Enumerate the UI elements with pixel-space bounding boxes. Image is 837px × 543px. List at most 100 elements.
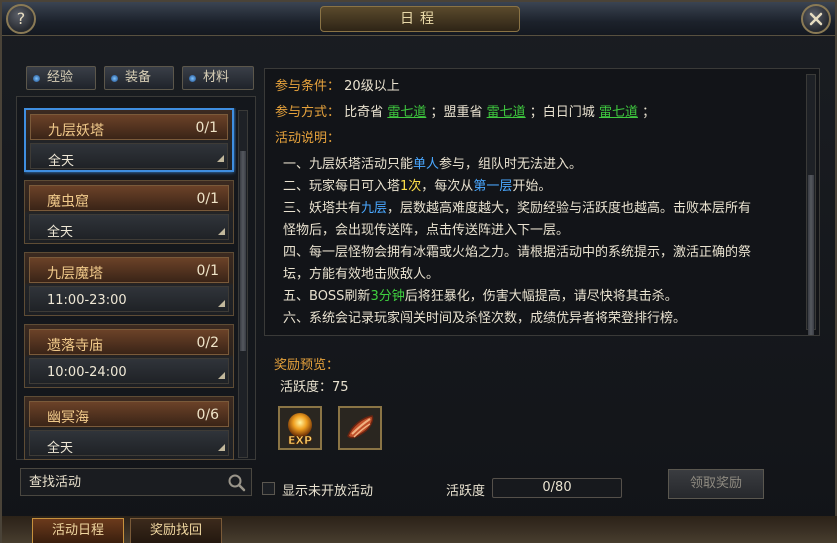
desc-text: 参与，组队时无法进入。 bbox=[439, 157, 583, 172]
desc-text: 四、每一层怪物会拥有冰霜或火焰之力。请根据活动中的系统提示，激活正确的祭 bbox=[283, 245, 752, 260]
npc-link[interactable]: 雷七道 bbox=[387, 105, 426, 120]
method-text: ； bbox=[642, 105, 656, 120]
event-count: 0/2 bbox=[196, 335, 219, 351]
corner-triangle-icon bbox=[218, 300, 225, 307]
desc-label: 活动说明： bbox=[275, 131, 341, 146]
desc-line: 坛，方能有效地击败敌人。 bbox=[283, 263, 439, 282]
event-count: 0/6 bbox=[196, 407, 219, 423]
event-detail-panel: 参与条件： 20级以上 参与方式： 比奇省 雷七道 ；盟重省 雷七道 ；白日门城… bbox=[264, 68, 820, 336]
desc-line: 四、每一层怪物会拥有冰霜或火焰之力。请根据活动中的系统提示，激活正确的祭 bbox=[283, 241, 751, 260]
detail-scrollbar[interactable] bbox=[806, 74, 816, 335]
event-time: 10:00-24:00 bbox=[47, 365, 127, 380]
scrollbar-thumb[interactable] bbox=[240, 151, 246, 351]
desc-highlight: 3分钟 bbox=[370, 289, 405, 304]
event-card-nine-tier-demon-tower[interactable]: 九层妖塔 0/1 全天 bbox=[24, 108, 234, 172]
condition-row: 参与条件： 20级以上 bbox=[275, 75, 400, 94]
claim-reward-button[interactable]: 领取奖励 bbox=[668, 469, 764, 499]
desc-highlight: 单人 bbox=[413, 157, 440, 172]
desc-line: 怪物后，会出现传送阵，点击传送阵进入下一层。 bbox=[283, 219, 569, 238]
event-list-scrollbar[interactable] bbox=[238, 110, 248, 458]
search-input[interactable] bbox=[21, 469, 221, 495]
event-name: 遗落寺庙 bbox=[47, 338, 103, 354]
activity-progress-label: 活跃度 bbox=[446, 484, 486, 499]
filter-dot-icon bbox=[189, 75, 196, 82]
desc-highlight: 1次 bbox=[400, 179, 422, 194]
desc-text: ，每次从 bbox=[421, 179, 474, 194]
desc-text: 开始。 bbox=[512, 179, 552, 194]
reward-slot-exp[interactable]: EXP bbox=[278, 406, 322, 450]
close-button[interactable] bbox=[801, 4, 831, 34]
event-card-nether-sea[interactable]: 幽冥海 0/6 全天 bbox=[24, 396, 234, 460]
search-box bbox=[20, 468, 252, 496]
corner-triangle-icon bbox=[217, 155, 224, 162]
desc-line: 六、系统会记录玩家闯关时间及杀怪次数，成绩优异者将荣登排行榜。 bbox=[283, 307, 686, 326]
window-title: 日程 bbox=[320, 6, 520, 32]
filter-exp-button[interactable]: 经验 bbox=[26, 66, 96, 90]
event-time: 全天 bbox=[47, 441, 74, 456]
npc-link[interactable]: 雷七道 bbox=[487, 105, 526, 120]
filter-dot-icon bbox=[111, 75, 118, 82]
reward-activity-value: 活跃度：75 bbox=[280, 380, 349, 395]
npc-link[interactable]: 雷七道 bbox=[599, 105, 638, 120]
desc-line: 二、玩家每日可入塔1次，每次从第一层开始。 bbox=[283, 175, 551, 194]
desc-text: 一、九层妖塔活动只能 bbox=[283, 157, 414, 172]
desc-text: 二、玩家每日可入塔 bbox=[283, 179, 401, 194]
condition-value: 20级以上 bbox=[344, 79, 400, 94]
method-text: 比奇省 bbox=[344, 105, 384, 120]
progress-text: 0/80 bbox=[542, 480, 572, 495]
corner-triangle-icon bbox=[218, 372, 225, 379]
tab-reward-recovery[interactable]: 奖励找回 bbox=[130, 518, 222, 543]
event-list: 九层妖塔 0/1 全天 魔虫窟 0/1 全天 九层魔塔 0/1 11:00-23… bbox=[24, 108, 236, 460]
event-card-demon-worm-cave[interactable]: 魔虫窟 0/1 全天 bbox=[24, 180, 234, 244]
scrollbar-thumb[interactable] bbox=[808, 175, 814, 335]
title-bar: ? 日程 bbox=[2, 2, 835, 36]
corner-triangle-icon bbox=[218, 444, 225, 451]
method-row: 参与方式： 比奇省 雷七道 ；盟重省 雷七道 ；白日门城 雷七道 ； bbox=[275, 101, 655, 120]
desc-line: 一、九层妖塔活动只能单人参与，组队时无法进入。 bbox=[283, 153, 582, 172]
event-time: 全天 bbox=[47, 225, 74, 240]
activity-progress-bar: 0/80 bbox=[492, 478, 622, 498]
desc-text: 三、妖塔共有 bbox=[283, 201, 362, 216]
schedule-window: ? 日程 经验 装备 材料 九层妖塔 0/1 全天 魔虫窟 0/1 全天 九层魔… bbox=[0, 0, 837, 543]
desc-highlight: 九层 bbox=[361, 201, 388, 216]
desc-text: 怪物后，会出现传送阵，点击传送阵进入下一层。 bbox=[283, 223, 570, 238]
event-name: 魔虫窟 bbox=[47, 194, 89, 210]
filter-label: 装备 bbox=[125, 70, 152, 85]
reward-preview-title: 奖励预览： bbox=[274, 358, 340, 373]
desc-highlight: 第一层 bbox=[473, 179, 513, 194]
event-count: 0/1 bbox=[196, 263, 219, 279]
filter-label: 材料 bbox=[203, 70, 230, 85]
method-text: ；盟重省 bbox=[430, 105, 483, 120]
desc-text: ，层数越高难度越大，奖励经验与活跃度也越高。击败本层所有 bbox=[387, 201, 752, 216]
desc-text: 六、系统会记录玩家闯关时间及杀怪次数，成绩优异者将荣登排行榜。 bbox=[283, 311, 687, 326]
help-button[interactable]: ? bbox=[6, 4, 36, 34]
filter-material-button[interactable]: 材料 bbox=[182, 66, 254, 90]
desc-text: 后将狂暴化，伤害大幅提高，请尽快将其击杀。 bbox=[404, 289, 678, 304]
exp-orb-icon: EXP bbox=[288, 413, 312, 447]
show-unopened-label[interactable]: 显示未开放活动 bbox=[282, 480, 373, 499]
desc-line: 五、BOSS刷新3分钟后将狂暴化，伤害大幅提高，请尽快将其击杀。 bbox=[283, 285, 678, 304]
bottom-decor-strip bbox=[2, 516, 837, 543]
reward-slot-meat[interactable] bbox=[338, 406, 382, 450]
event-card-nine-tier-magic-tower[interactable]: 九层魔塔 0/1 11:00-23:00 bbox=[24, 252, 234, 316]
desc-label-row: 活动说明： bbox=[275, 127, 340, 146]
desc-text: 坛，方能有效地击败敌人。 bbox=[283, 267, 440, 282]
event-time: 全天 bbox=[48, 154, 75, 169]
event-time: 11:00-23:00 bbox=[47, 293, 127, 308]
event-count: 0/1 bbox=[196, 191, 219, 207]
event-name: 九层魔塔 bbox=[47, 266, 103, 282]
show-unopened-checkbox[interactable] bbox=[262, 482, 275, 495]
event-count: 0/1 bbox=[195, 120, 218, 136]
filter-equipment-button[interactable]: 装备 bbox=[104, 66, 174, 90]
tab-schedule[interactable]: 活动日程 bbox=[32, 518, 124, 543]
desc-text: 五、BOSS刷新 bbox=[283, 289, 371, 304]
method-label: 参与方式： bbox=[275, 105, 341, 120]
event-name: 九层妖塔 bbox=[48, 123, 104, 139]
event-card-lost-temple[interactable]: 遗落寺庙 0/2 10:00-24:00 bbox=[24, 324, 234, 388]
condition-label: 参与条件： bbox=[275, 79, 341, 94]
filter-label: 经验 bbox=[47, 70, 74, 85]
search-icon[interactable] bbox=[227, 473, 247, 493]
corner-triangle-icon bbox=[218, 228, 225, 235]
exp-label: EXP bbox=[288, 434, 312, 447]
event-name: 幽冥海 bbox=[47, 410, 89, 426]
